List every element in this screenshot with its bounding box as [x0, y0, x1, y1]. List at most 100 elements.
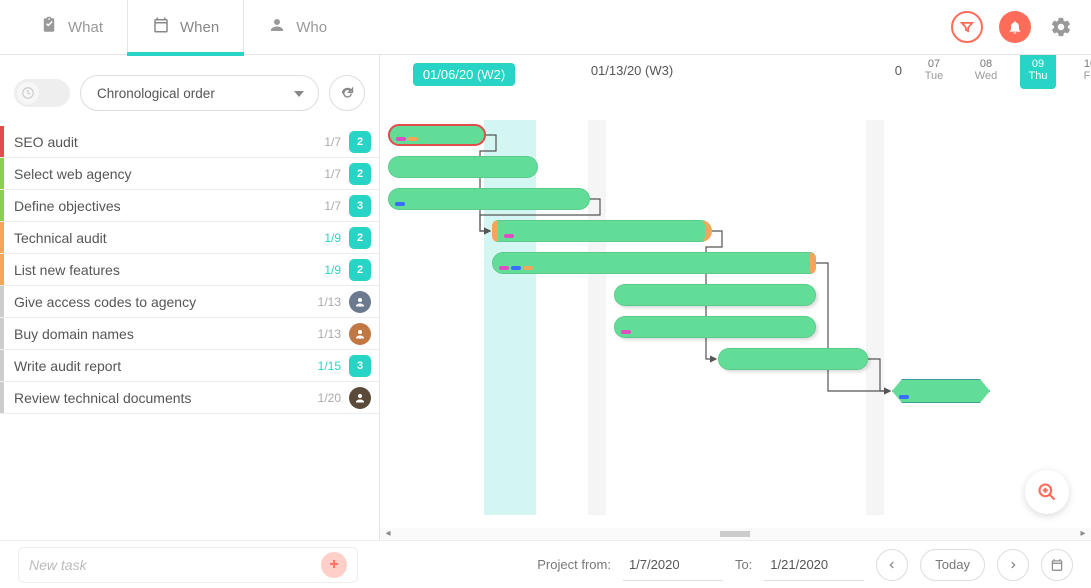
task-date: 1/9	[315, 263, 341, 277]
prev-button[interactable]	[876, 549, 908, 581]
task-name: Define objectives	[4, 198, 315, 214]
project-to-label: To:	[735, 557, 752, 572]
gantt-bar[interactable]	[388, 188, 590, 210]
tab-what[interactable]: What	[16, 0, 127, 55]
gantt-row	[380, 152, 1091, 184]
task-row[interactable]: Technical audit1/9 2	[0, 222, 379, 254]
task-row[interactable]: SEO audit1/72	[0, 126, 379, 158]
zoom-button[interactable]	[1025, 470, 1069, 514]
task-date: 1/7	[315, 199, 341, 213]
project-to-input[interactable]: 1/21/2020	[764, 549, 864, 581]
date-picker-button[interactable]	[1041, 549, 1073, 581]
view-toggle[interactable]	[14, 79, 70, 107]
task-name: Buy domain names	[4, 326, 315, 342]
filter-button[interactable]	[951, 11, 983, 43]
bar-marker	[395, 202, 405, 206]
task-row[interactable]: Review technical documents1/20	[0, 382, 379, 414]
gantt-bar[interactable]	[388, 156, 538, 178]
tab-who[interactable]: Who	[244, 0, 351, 55]
bar-marker	[396, 137, 406, 141]
person-icon	[268, 16, 286, 38]
task-row[interactable]: Define objectives1/7 3	[0, 190, 379, 222]
day-header: 07Tue	[908, 55, 960, 93]
sort-dropdown[interactable]: Chronological order	[80, 75, 319, 111]
settings-button[interactable]	[1047, 13, 1075, 41]
week-label: 01/13/20 (W3)	[591, 63, 673, 78]
assignee-avatar	[349, 323, 371, 345]
task-row[interactable]: Buy domain names1/13	[0, 318, 379, 350]
task-date: 1/9	[315, 231, 341, 245]
assignee-avatar	[349, 387, 371, 409]
task-row[interactable]: Write audit report1/153	[0, 350, 379, 382]
notifications-button[interactable]	[999, 11, 1031, 43]
task-date: 1/7	[315, 167, 341, 181]
gantt-bar[interactable]	[614, 284, 816, 306]
task-name: Review technical documents	[4, 390, 315, 406]
task-name: List new features	[4, 262, 315, 278]
header-right-value: 0	[884, 55, 908, 82]
task-count-badge: 2	[349, 163, 371, 185]
bar-marker	[523, 266, 533, 270]
task-sidebar: Chronological order SEO audit1/72Select …	[0, 55, 380, 540]
bar-marker	[621, 330, 631, 334]
project-from-input[interactable]: 1/7/2020	[623, 549, 723, 581]
task-name: SEO audit	[4, 134, 315, 150]
footer-bar: New task + Project from: 1/7/2020 To: 1/…	[0, 540, 1091, 588]
gantt-row	[380, 120, 1091, 152]
topbar: What When Who	[0, 0, 1091, 55]
tab-label: What	[68, 19, 103, 36]
gantt-row	[380, 312, 1091, 344]
task-name: Select web agency	[4, 166, 315, 182]
bar-marker	[511, 266, 521, 270]
gantt-row	[380, 248, 1091, 280]
scroll-left-icon[interactable]: ◂	[382, 528, 394, 540]
task-name: Give access codes to agency	[4, 294, 315, 310]
gantt-row	[380, 184, 1091, 216]
sort-label: Chronological order	[97, 86, 215, 101]
gantt-row	[380, 376, 1091, 408]
task-count-badge: 2	[349, 131, 371, 153]
gantt-bar[interactable]	[492, 220, 712, 242]
tab-when[interactable]: When	[127, 0, 244, 55]
bar-marker	[499, 266, 509, 270]
task-count-badge: 2	[349, 227, 371, 249]
today-button[interactable]: Today	[920, 549, 985, 581]
task-row[interactable]: Select web agency1/7 2	[0, 158, 379, 190]
task-count-badge: 3	[349, 195, 371, 217]
task-count-badge: 2	[349, 259, 371, 281]
new-task-input[interactable]: New task +	[18, 547, 358, 583]
task-date: 1/13	[315, 327, 341, 341]
new-task-placeholder: New task	[29, 557, 87, 573]
gantt-bar[interactable]	[388, 124, 486, 146]
gantt-bar[interactable]	[614, 316, 816, 338]
assignee-avatar	[349, 291, 371, 313]
gantt-bar[interactable]	[892, 379, 990, 403]
task-name: Technical audit	[4, 230, 315, 246]
scroll-right-icon[interactable]: ▸	[1077, 528, 1089, 540]
scroll-thumb[interactable]	[720, 531, 750, 537]
gantt-row	[380, 216, 1091, 248]
next-button[interactable]	[997, 549, 1029, 581]
gantt-bar[interactable]	[492, 252, 816, 274]
gantt-chart: 01/06/20 (W2) 01/13/20 (W3) 007Tue08Wed09T…	[380, 55, 1091, 540]
gantt-bar[interactable]	[718, 348, 868, 370]
week-label: 01/06/20 (W2)	[413, 63, 515, 86]
project-from-label: Project from:	[537, 557, 611, 572]
task-row[interactable]: Give access codes to agency1/13	[0, 286, 379, 318]
bar-marker	[408, 137, 418, 141]
day-header: 09Thu	[1012, 55, 1064, 93]
add-task-button[interactable]: +	[321, 552, 347, 578]
day-header: 08Wed	[960, 55, 1012, 93]
bar-marker	[899, 395, 909, 399]
task-date: 1/13	[315, 295, 341, 309]
refresh-button[interactable]	[329, 75, 365, 111]
task-row[interactable]: List new features1/9 2	[0, 254, 379, 286]
task-date: 1/20	[315, 391, 341, 405]
calendar-icon	[152, 16, 170, 38]
gantt-row	[380, 280, 1091, 312]
gantt-row	[380, 344, 1091, 376]
horizontal-scrollbar[interactable]: ◂ ▸	[380, 528, 1091, 540]
clock-icon	[21, 86, 35, 103]
bar-marker	[504, 234, 514, 238]
day-header: 10Fri	[1064, 55, 1091, 93]
